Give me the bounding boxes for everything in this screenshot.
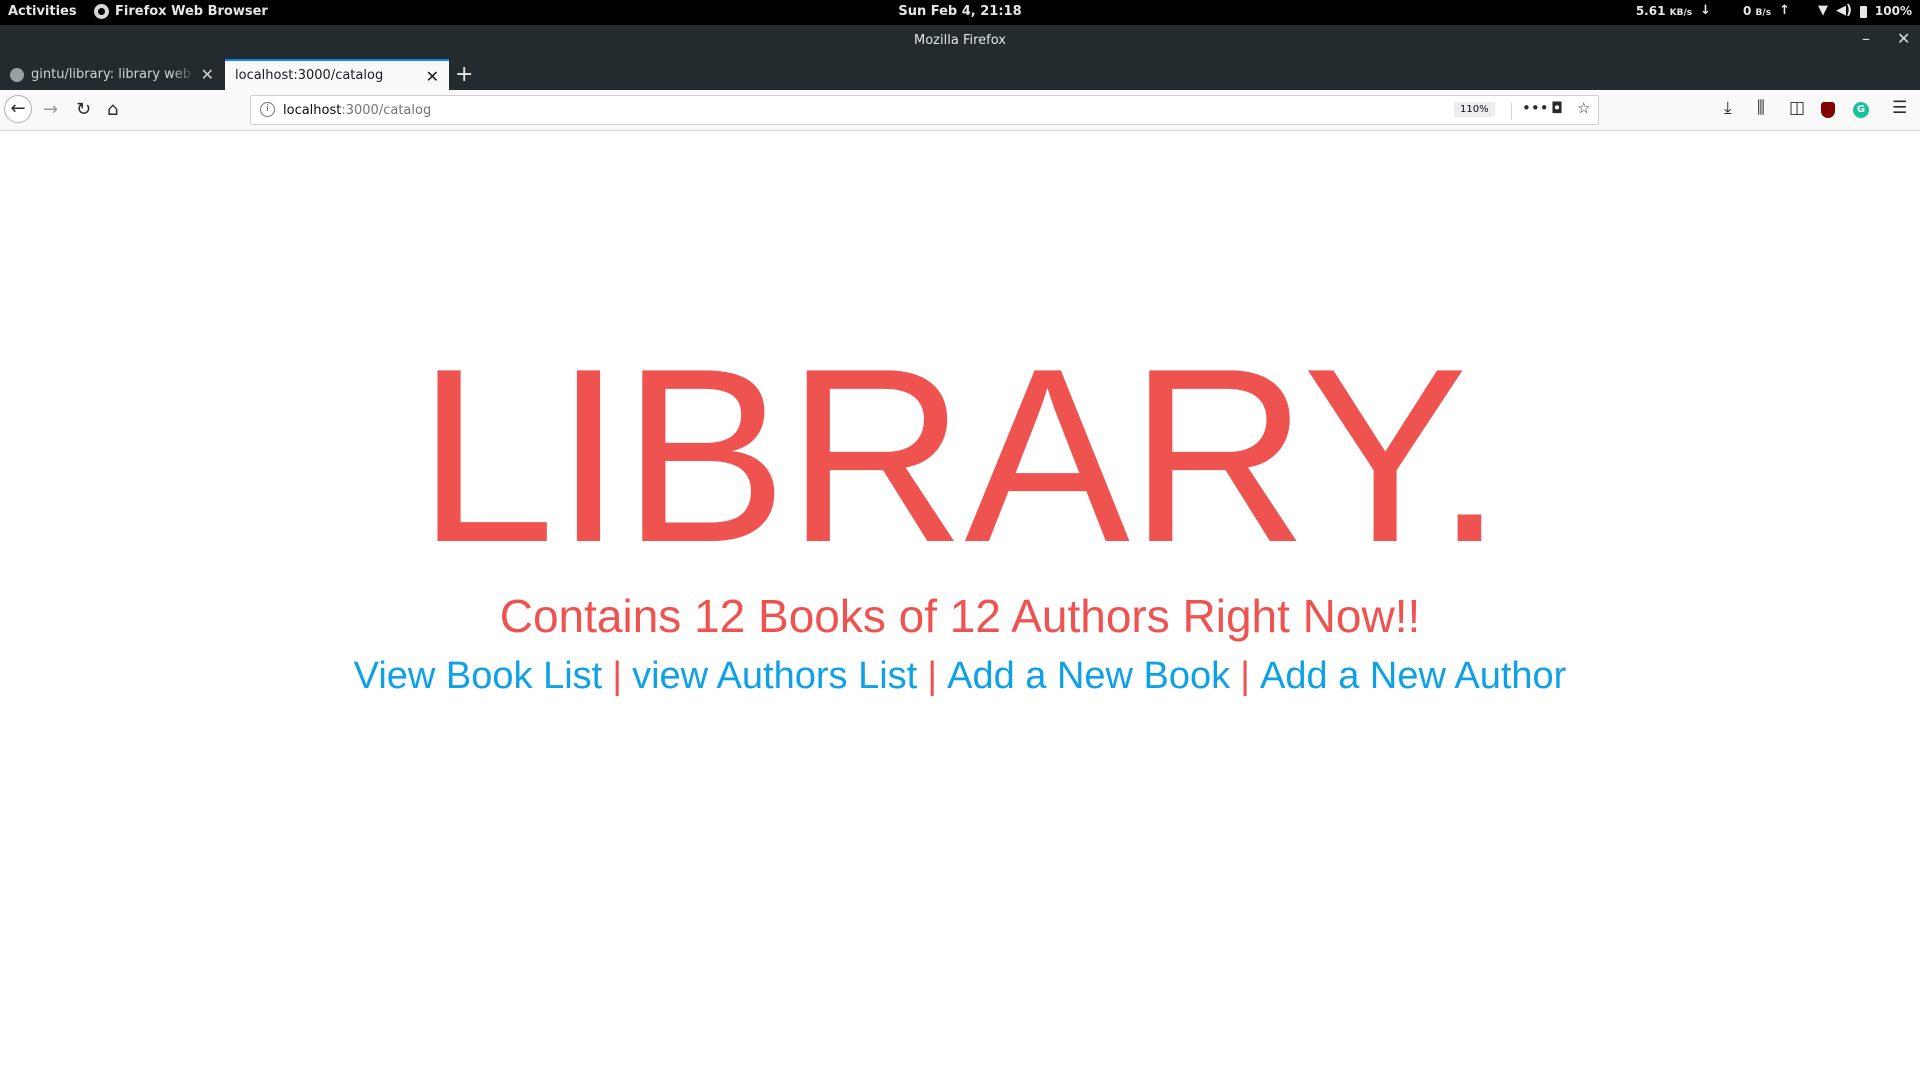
tab-close-icon[interactable]: ✕ — [201, 65, 214, 84]
volume-icon: ◀) — [1835, 3, 1852, 18]
info-icon[interactable]: i — [260, 102, 275, 117]
add-new-book-link[interactable]: Add a New Book — [947, 655, 1230, 697]
github-icon — [10, 67, 24, 82]
sidebar-icon[interactable]: ◫ — [1789, 98, 1805, 118]
download-rate: 5.61 KB/s — [1635, 3, 1693, 18]
minimize-icon[interactable]: – — [1862, 29, 1870, 48]
system-top-bar: Activities Firefox Web Browser Sun Feb 4… — [0, 0, 1920, 25]
page-content: LIBRARY. Contains 12 Books of 12 Authors… — [0, 131, 1920, 1080]
link-separator: | — [927, 655, 938, 697]
window-titlebar: Mozilla Firefox – ✕ — [0, 25, 1920, 55]
system-tray[interactable]: 5.61 KB/s ↓ 0 B/s ↑ ▼ ◀) 100% — [1636, 3, 1912, 18]
tab-label: gintu/library: library web app — [31, 67, 196, 82]
upload-arrow-icon: ↑ — [1779, 3, 1790, 18]
grammarly-icon[interactable]: G — [1853, 102, 1869, 118]
download-arrow-icon: ↓ — [1700, 3, 1711, 18]
tab-label: localhost:3000/catalog — [235, 68, 384, 83]
tab-strip: gintu/library: library web app ✕ localho… — [0, 55, 1920, 90]
urlbar-separator — [1511, 102, 1512, 120]
ublock-origin-icon[interactable] — [1821, 102, 1835, 118]
page-actions-icon[interactable]: ••• — [1522, 99, 1549, 117]
battery-icon — [1859, 5, 1867, 18]
wifi-icon: ▼ — [1817, 3, 1828, 18]
link-separator: | — [1240, 655, 1251, 697]
downloads-icon[interactable]: ⤓ — [1724, 98, 1732, 118]
clock[interactable]: Sun Feb 4, 21:18 — [0, 4, 1920, 19]
pocket-icon[interactable]: ◘ — [1551, 99, 1563, 117]
battery-level: 100% — [1874, 3, 1912, 18]
url-text[interactable]: localhost:3000/catalog — [283, 103, 431, 118]
window-title: Mozilla Firefox — [914, 33, 1006, 48]
add-new-author-link[interactable]: Add a New Author — [1260, 655, 1566, 697]
view-authors-list-link[interactable]: view Authors List — [632, 655, 917, 697]
reload-icon[interactable]: ↻ — [76, 98, 91, 122]
tab-catalog[interactable]: localhost:3000/catalog ✕ — [225, 59, 449, 90]
new-tab-icon[interactable]: + — [455, 62, 473, 87]
forward-icon[interactable]: → — [43, 98, 58, 122]
zoom-indicator[interactable]: 110% — [1454, 102, 1495, 117]
view-book-list-link[interactable]: View Book List — [354, 655, 603, 697]
page-subtitle: Contains 12 Books of 12 Authors Right No… — [499, 590, 1421, 642]
tab-close-icon[interactable]: ✕ — [426, 67, 439, 86]
nav-links: View Book List | view Authors List | Add a N… — [0, 655, 1920, 698]
nav-toolbar: ← → ↻ ⌂ i localhost:3000/catalog 110% ••… — [0, 90, 1920, 131]
menu-icon[interactable]: ☰ — [1892, 98, 1907, 118]
url-bar[interactable]: i localhost:3000/catalog 110% ••• ◘ ☆ — [250, 95, 1599, 125]
page-title: LIBRARY. — [417, 316, 1504, 594]
close-window-icon[interactable]: ✕ — [1897, 29, 1910, 48]
home-icon[interactable]: ⌂ — [107, 98, 118, 122]
bookmark-star-icon[interactable]: ☆ — [1577, 99, 1590, 117]
library-icon[interactable]: ⫼ — [1757, 98, 1765, 118]
back-icon[interactable]: ← — [4, 95, 32, 123]
upload-rate: 0 B/s — [1743, 3, 1772, 18]
tab-github[interactable]: gintu/library: library web app ✕ — [0, 59, 224, 90]
link-separator: | — [612, 655, 623, 697]
